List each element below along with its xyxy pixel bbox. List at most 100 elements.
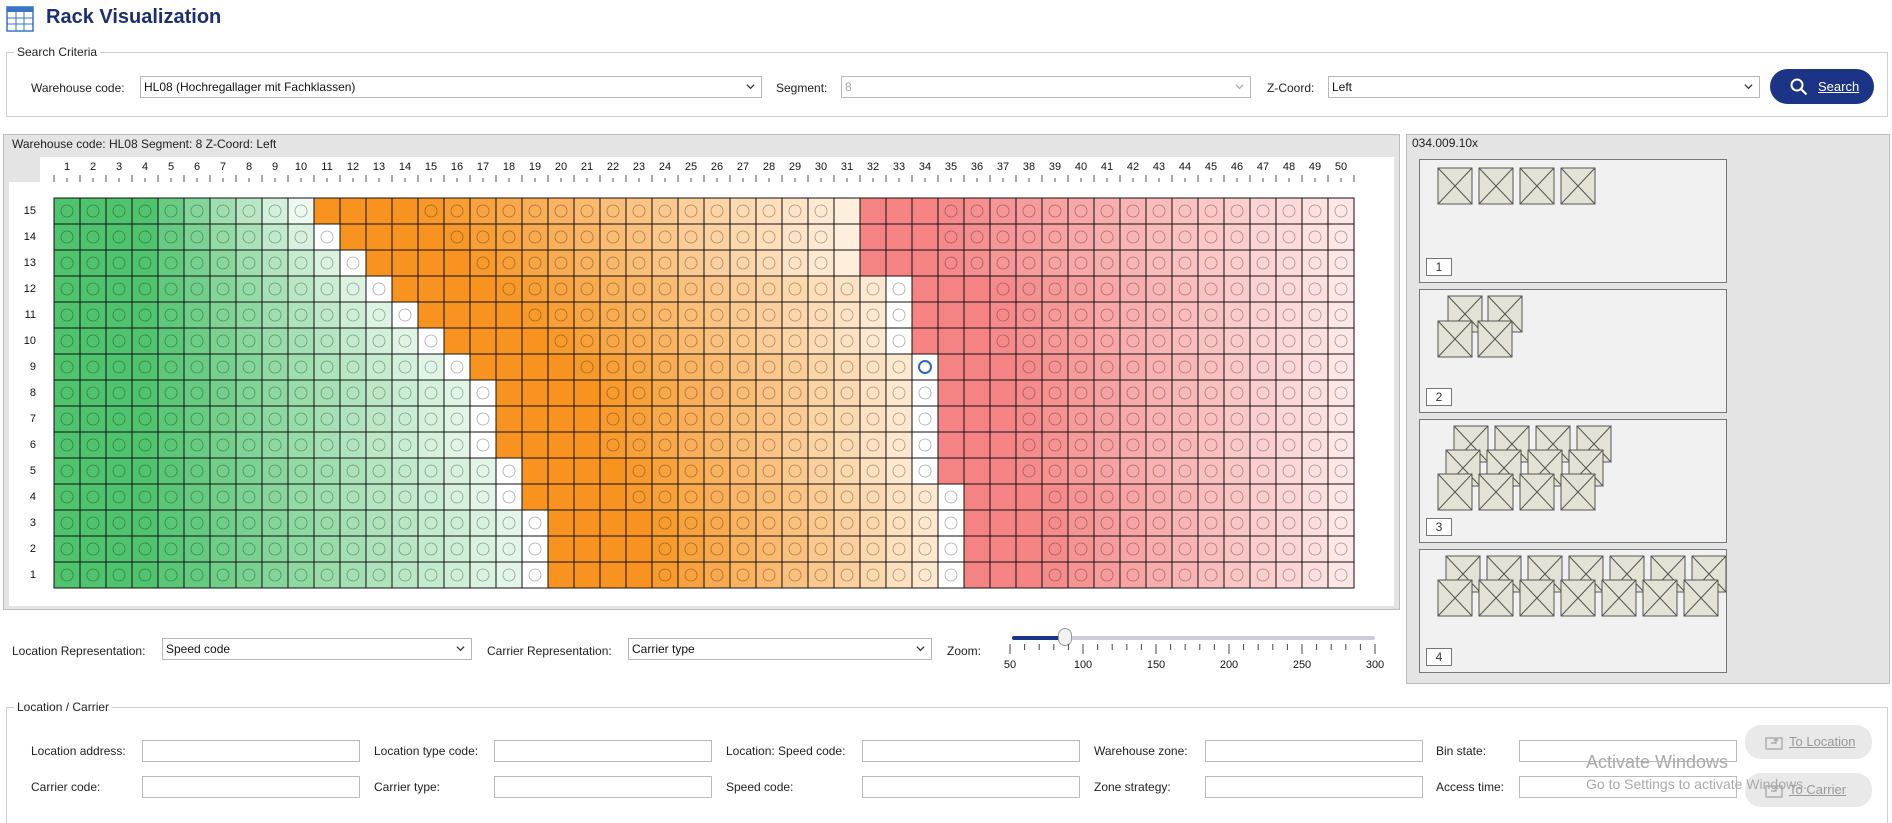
carrier-box[interactable]: [1560, 579, 1596, 617]
rack-location-cell[interactable]: [937, 509, 965, 537]
rack-location-cell[interactable]: [1275, 379, 1303, 407]
rack-location-cell[interactable]: [1145, 249, 1173, 277]
rack-location-cell[interactable]: [79, 457, 107, 485]
rack-location-cell[interactable]: [53, 197, 81, 225]
rack-location-cell[interactable]: [1145, 353, 1173, 381]
rack-location-cell[interactable]: [781, 535, 809, 563]
rack-location-cell[interactable]: [105, 249, 133, 277]
rack-location-cell[interactable]: [1119, 223, 1147, 251]
rack-location-cell[interactable]: [209, 457, 237, 485]
carrier-box[interactable]: [1437, 320, 1473, 358]
rack-location-cell[interactable]: [105, 509, 133, 537]
rack-location-cell[interactable]: [183, 249, 211, 277]
rack-location-cell[interactable]: [729, 353, 757, 381]
rack-location-cell[interactable]: [417, 197, 445, 225]
rack-location-cell[interactable]: [157, 509, 185, 537]
rack-location-cell[interactable]: [1145, 431, 1173, 459]
rack-location-cell[interactable]: [573, 301, 601, 329]
rack-location-cell[interactable]: [547, 379, 575, 407]
rack-location-cell[interactable]: [1093, 405, 1121, 433]
rack-location-cell[interactable]: [1197, 483, 1225, 511]
rack-location-cell[interactable]: [677, 535, 705, 563]
rack-location-cell[interactable]: [963, 197, 991, 225]
rack-location-cell[interactable]: [859, 509, 887, 537]
rack-location-cell[interactable]: [391, 223, 419, 251]
rack-location-cell[interactable]: [1223, 509, 1251, 537]
rack-location-cell[interactable]: [391, 405, 419, 433]
rack-location-cell[interactable]: [989, 509, 1017, 537]
rack-location-cell[interactable]: [781, 223, 809, 251]
rack-location-cell[interactable]: [521, 483, 549, 511]
rack-location-cell[interactable]: [495, 275, 523, 303]
rack-location-cell[interactable]: [365, 535, 393, 563]
rack-location-cell[interactable]: [1145, 275, 1173, 303]
rack-location-cell[interactable]: [79, 509, 107, 537]
rack-location-cell[interactable]: [703, 275, 731, 303]
rack-location-cell[interactable]: [521, 535, 549, 563]
rack-location-cell[interactable]: [495, 457, 523, 485]
rack-location-cell[interactable]: [495, 509, 523, 537]
rack-location-cell[interactable]: [235, 379, 263, 407]
rack-location-cell[interactable]: [573, 535, 601, 563]
rack-location-cell[interactable]: [573, 405, 601, 433]
rack-location-cell[interactable]: [1223, 353, 1251, 381]
rack-location-cell[interactable]: [209, 431, 237, 459]
rack-location-cell[interactable]: [79, 223, 107, 251]
rack-location-cell[interactable]: [391, 483, 419, 511]
rack-location-cell[interactable]: [53, 379, 81, 407]
carrier-representation-select[interactable]: Carrier type: [628, 638, 932, 660]
rack-location-cell[interactable]: [339, 301, 367, 329]
rack-location-cell[interactable]: [105, 379, 133, 407]
rack-location-cell[interactable]: [1093, 197, 1121, 225]
rack-location-cell[interactable]: [365, 431, 393, 459]
rack-location-cell[interactable]: [677, 353, 705, 381]
rack-location-cell[interactable]: [1249, 353, 1277, 381]
rack-location-cell[interactable]: [417, 457, 445, 485]
rack-location-cell[interactable]: [287, 223, 315, 251]
rack-location-cell[interactable]: [1197, 353, 1225, 381]
rack-location-cell[interactable]: [625, 327, 653, 355]
rack-location-cell[interactable]: [703, 431, 731, 459]
carrier-box[interactable]: [1478, 473, 1514, 511]
rack-location-cell[interactable]: [443, 379, 471, 407]
rack-location-cell[interactable]: [807, 353, 835, 381]
rack-location-cell[interactable]: [417, 379, 445, 407]
rack-location-cell[interactable]: [1041, 249, 1069, 277]
rack-location-cell[interactable]: [105, 483, 133, 511]
rack-location-cell[interactable]: [1275, 275, 1303, 303]
rack-location-cell[interactable]: [157, 223, 185, 251]
rack-location-cell[interactable]: [53, 431, 81, 459]
carrier-box[interactable]: [1519, 473, 1555, 511]
rack-location-cell[interactable]: [209, 197, 237, 225]
rack-location-cell[interactable]: [547, 275, 575, 303]
rack-location-cell[interactable]: [417, 223, 445, 251]
rack-location-cell[interactable]: [1067, 457, 1095, 485]
rack-location-cell[interactable]: [937, 275, 965, 303]
rack-location-cell[interactable]: [807, 509, 835, 537]
rack-location-cell[interactable]: [313, 535, 341, 563]
rack-location-cell[interactable]: [1249, 405, 1277, 433]
rack-location-cell[interactable]: [937, 535, 965, 563]
rack-location-cell[interactable]: [1119, 197, 1147, 225]
rack-location-cell[interactable]: [1145, 509, 1173, 537]
rack-location-cell[interactable]: [417, 509, 445, 537]
rack-location-cell[interactable]: [313, 275, 341, 303]
rack-location-cell[interactable]: [157, 405, 185, 433]
carrier-level-card[interactable]: 3: [1419, 419, 1727, 543]
rack-location-cell[interactable]: [1145, 327, 1173, 355]
rack-location-cell[interactable]: [1223, 223, 1251, 251]
rack-location-cell[interactable]: [1041, 509, 1069, 537]
rack-location-cell[interactable]: [261, 561, 289, 589]
rack-location-cell[interactable]: [1197, 197, 1225, 225]
rack-location-cell[interactable]: [313, 561, 341, 589]
rack-location-cell[interactable]: [937, 405, 965, 433]
rack-location-cell[interactable]: [1093, 327, 1121, 355]
carrier-box[interactable]: [1642, 579, 1678, 617]
rack-location-cell[interactable]: [183, 431, 211, 459]
rack-location-cell[interactable]: [911, 535, 939, 563]
rack-location-cell[interactable]: [339, 535, 367, 563]
rack-location-cell[interactable]: [1015, 405, 1043, 433]
rack-location-cell[interactable]: [677, 431, 705, 459]
rack-location-cell[interactable]: [261, 483, 289, 511]
rack-location-cell[interactable]: [963, 249, 991, 277]
